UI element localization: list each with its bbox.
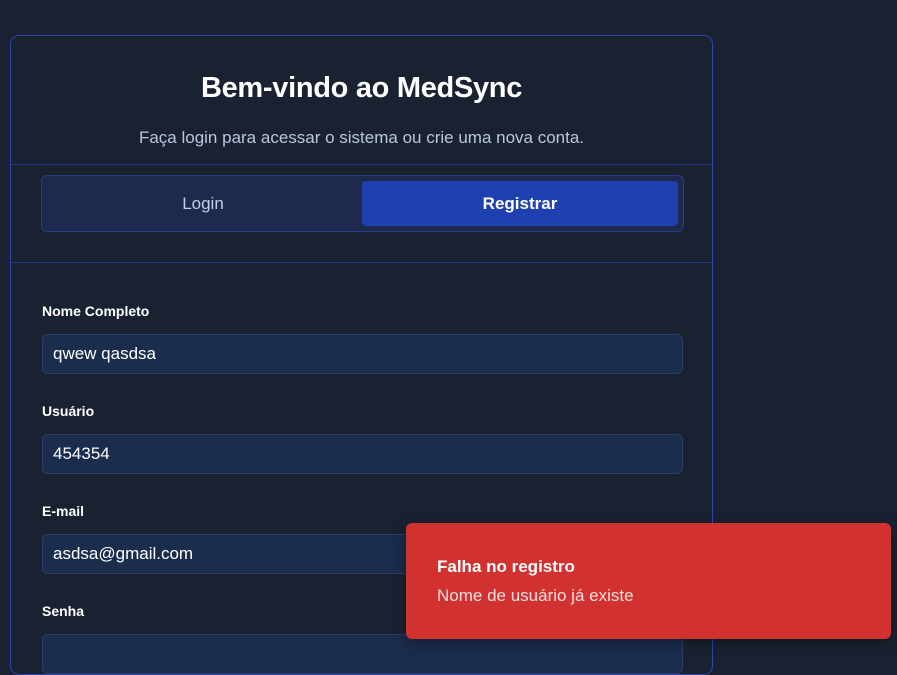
- full-name-field[interactable]: [42, 334, 683, 374]
- toast-message: Nome de usuário já existe: [437, 586, 634, 605]
- full-name-label: Nome Completo: [42, 303, 150, 319]
- tab-register[interactable]: Registrar: [362, 181, 678, 226]
- toast-title: Falha no registro: [437, 557, 575, 576]
- username-field[interactable]: [42, 434, 683, 474]
- page-title: Bem-vindo ao MedSync: [200, 72, 523, 104]
- email-label: E-mail: [42, 503, 85, 519]
- tabs-divider: [11, 262, 712, 263]
- page-subtitle: Faça login para acessar o sistema ou cri…: [138, 128, 585, 147]
- password-field[interactable]: [42, 634, 683, 674]
- tab-login[interactable]: Login: [48, 181, 358, 226]
- error-toast[interactable]: Falha no registro Nome de usuário já exi…: [406, 523, 891, 639]
- username-label: Usuário: [42, 403, 95, 419]
- password-label: Senha: [42, 603, 85, 619]
- header-divider: [11, 164, 712, 165]
- auth-tabs: Login Registrar: [41, 175, 684, 232]
